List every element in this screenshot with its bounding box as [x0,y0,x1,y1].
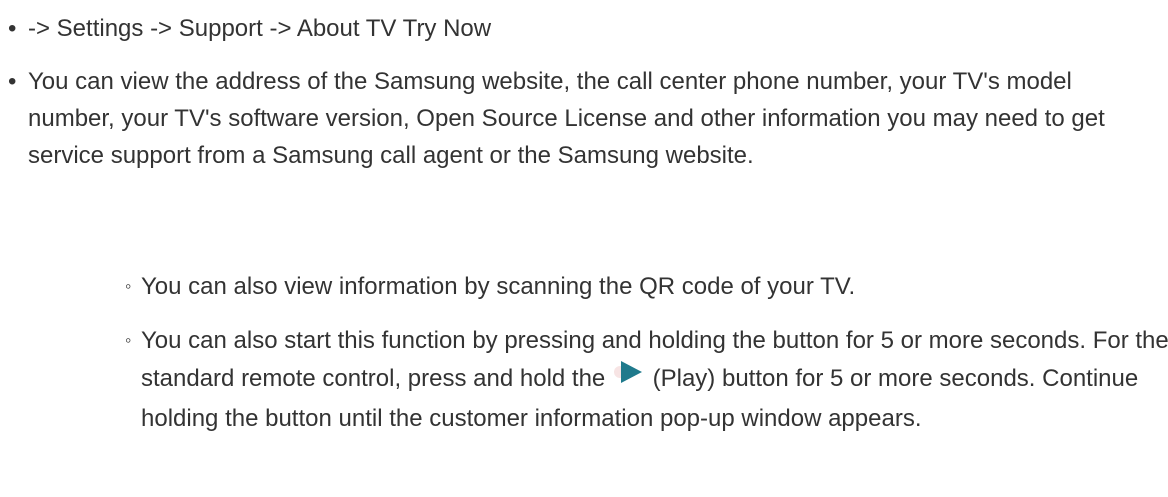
sub-list-item-hold-button: ◦ You can also start this function by pr… [125,322,1168,437]
sub-bullet-ring: ◦ [125,276,132,296]
sub-list-item-qr-code: ◦ You can also view information by scann… [125,268,1161,305]
list-item-about-tv-path: • -> Settings -> Support -> About TV Try… [0,10,1128,47]
info-description-text: You can view the address of the Samsung … [28,68,1105,169]
sub-bullet-ring: ◦ [125,330,132,350]
qr-code-text: You can also view information by scannin… [141,273,856,300]
bullet-dot: • [8,15,17,42]
play-icon [613,359,644,396]
list-item-info-description: • You can view the address of the Samsun… [0,63,1158,174]
menu-path-text: -> Settings -> Support -> About TV [28,15,397,42]
try-now-link[interactable]: Try Now [403,15,491,42]
bullet-dot: • [8,68,17,95]
